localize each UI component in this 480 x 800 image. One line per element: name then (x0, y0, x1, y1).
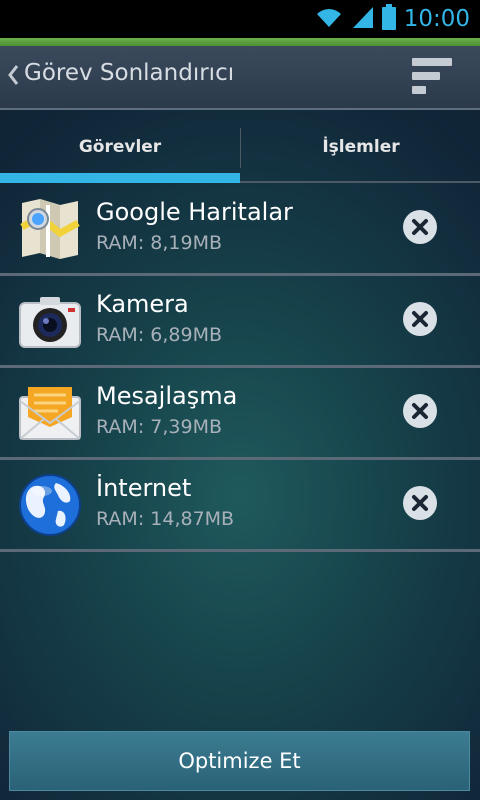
optimize-button[interactable]: Optimize Et (9, 731, 470, 791)
task-name: Mesajlaşma (96, 382, 238, 410)
status-bar: 10:00 (0, 0, 480, 38)
task-ram: RAM: 14,87MB (96, 508, 235, 530)
close-button[interactable] (403, 210, 437, 244)
app-title[interactable]: Görev Sonlandırıcı (24, 60, 234, 86)
back-chevron-icon[interactable] (6, 60, 20, 94)
close-icon (412, 495, 428, 511)
close-button[interactable] (403, 394, 437, 428)
close-icon (412, 311, 428, 327)
status-time: 10:00 (403, 6, 470, 32)
signal-icon (352, 5, 374, 33)
tab-underline (240, 181, 480, 183)
menu-button[interactable] (406, 56, 458, 98)
messaging-icon (18, 381, 82, 445)
list-item[interactable]: Google Haritalar RAM: 8,19MB (0, 184, 480, 276)
task-name: İnternet (96, 474, 192, 502)
menu-line-icon (412, 86, 426, 94)
close-icon (412, 219, 428, 235)
maps-icon (18, 197, 82, 261)
camera-icon (18, 289, 82, 353)
action-bar: Görev Sonlandırıcı (0, 46, 480, 110)
status-icons: 10:00 (314, 0, 470, 38)
close-button[interactable] (403, 486, 437, 520)
accent-bar (0, 38, 480, 46)
task-name: Google Haritalar (96, 198, 293, 226)
close-button[interactable] (403, 302, 437, 336)
globe-icon (18, 473, 82, 537)
list-item[interactable]: Kamera RAM: 6,89MB (0, 276, 480, 368)
menu-line-icon (412, 72, 440, 80)
wifi-icon (314, 5, 344, 33)
list-item[interactable]: Mesajlaşma RAM: 7,39MB (0, 368, 480, 460)
close-icon (412, 403, 428, 419)
battery-icon (381, 4, 396, 34)
tab-processes[interactable]: İşlemler (241, 110, 480, 184)
task-ram: RAM: 6,89MB (96, 324, 222, 346)
task-ram: RAM: 8,19MB (96, 232, 222, 254)
task-name: Kamera (96, 290, 189, 318)
menu-line-icon (412, 58, 452, 66)
list-item[interactable]: İnternet RAM: 14,87MB (0, 460, 480, 552)
task-ram: RAM: 7,39MB (96, 416, 222, 438)
tab-selected-indicator (0, 173, 240, 183)
task-list: Google Haritalar RAM: 8,19MB Kamera RAM:… (0, 184, 480, 552)
